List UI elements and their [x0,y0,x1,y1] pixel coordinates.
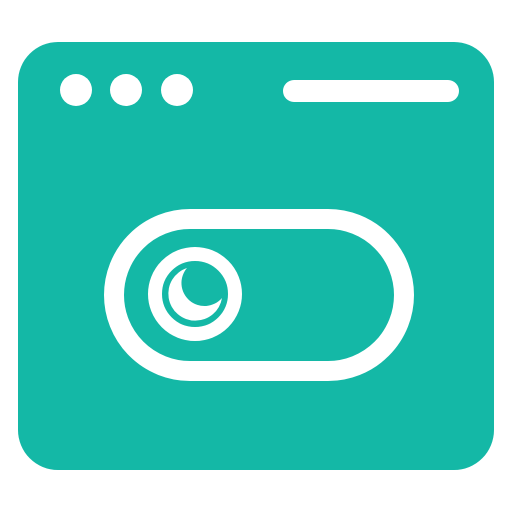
window-control-dot [161,74,193,106]
address-bar-line [283,80,459,102]
browser-window-toggle-icon [18,42,494,470]
icon-canvas [0,0,512,512]
window-control-dot [110,74,142,106]
window-control-dot [60,74,92,106]
browser-window-frame [18,42,494,470]
